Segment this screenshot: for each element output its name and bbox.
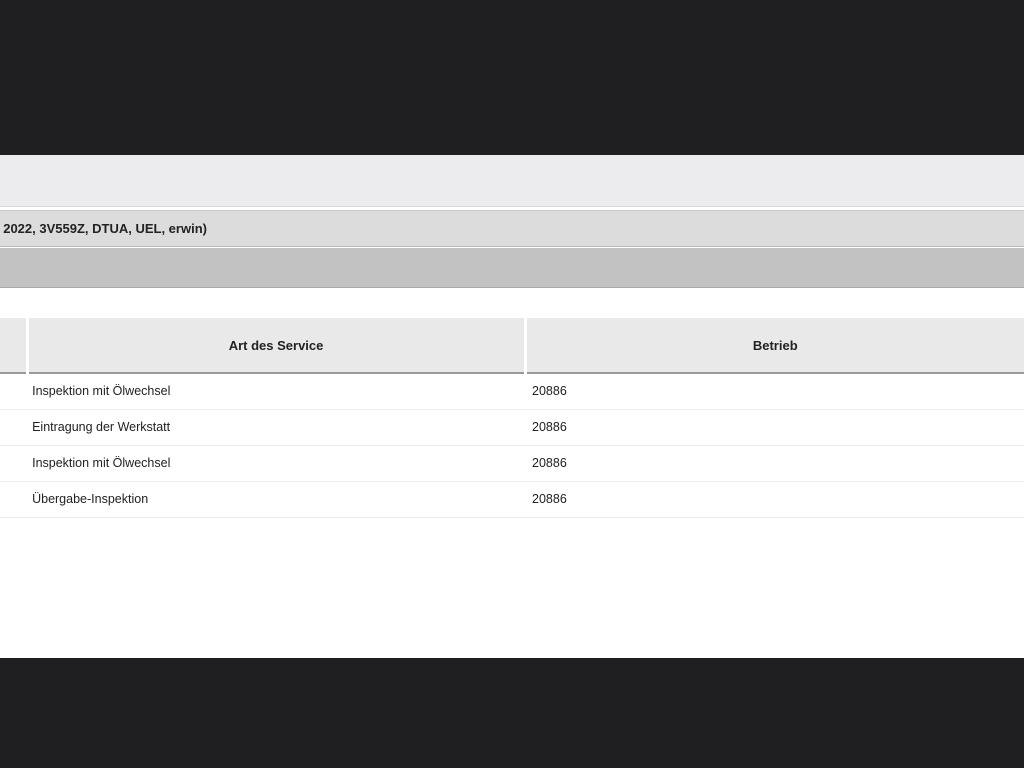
service-history-table: Art des Service Betrieb Inspektion mit Ö… bbox=[0, 318, 1024, 518]
table-row[interactable]: Eintragung der Werkstatt 20886 bbox=[0, 409, 1024, 446]
table-row[interactable]: Übergabe-Inspektion 20886 bbox=[0, 481, 1024, 518]
toolbar-strip bbox=[0, 155, 1024, 207]
vehicle-info-text: , 2022, 3V559Z, DTUA, UEL, erwin) bbox=[0, 221, 207, 236]
row-stub-cell bbox=[0, 409, 28, 446]
service-type-cell: Inspektion mit Ölwechsel bbox=[27, 373, 526, 410]
row-stub-cell bbox=[0, 373, 28, 410]
row-stub-cell bbox=[0, 445, 28, 482]
table-header-row: Art des Service Betrieb bbox=[0, 318, 1024, 374]
vehicle-info-header: , 2022, 3V559Z, DTUA, UEL, erwin) bbox=[0, 210, 1024, 247]
betrieb-cell: 20886 bbox=[525, 445, 1024, 482]
app-window: , 2022, 3V559Z, DTUA, UEL, erwin) Art de… bbox=[0, 155, 1024, 658]
service-type-cell: Eintragung der Werkstatt bbox=[27, 409, 526, 446]
section-bar bbox=[0, 248, 1024, 288]
betrieb-cell: 20886 bbox=[525, 481, 1024, 518]
service-type-cell: Inspektion mit Ölwechsel bbox=[27, 445, 526, 482]
row-stub-cell bbox=[0, 481, 28, 518]
table-row[interactable]: Inspektion mit Ölwechsel 20886 bbox=[0, 373, 1024, 410]
column-header-art-des-service[interactable]: Art des Service bbox=[25, 318, 526, 374]
screen-bezel-bottom bbox=[0, 658, 1024, 768]
screen-bezel-top bbox=[0, 0, 1024, 155]
betrieb-cell: 20886 bbox=[525, 409, 1024, 446]
table-row[interactable]: Inspektion mit Ölwechsel 20886 bbox=[0, 445, 1024, 482]
service-type-cell: Übergabe-Inspektion bbox=[27, 481, 526, 518]
column-header-betrieb[interactable]: Betrieb bbox=[523, 318, 1024, 374]
column-header-stub[interactable] bbox=[0, 318, 28, 374]
betrieb-cell: 20886 bbox=[525, 373, 1024, 410]
